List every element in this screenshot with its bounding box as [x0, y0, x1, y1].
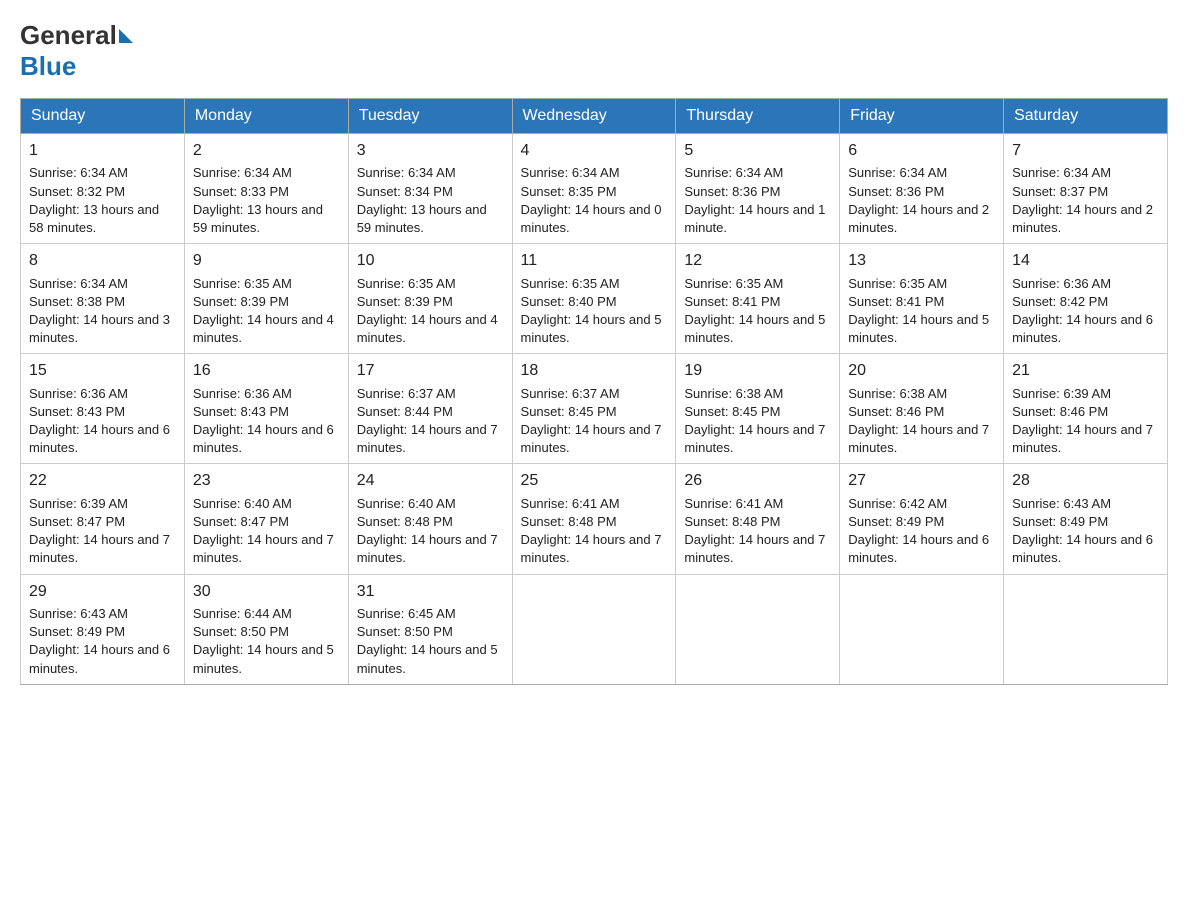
day-number: 15: [29, 360, 176, 382]
calendar-cell: 31Sunrise: 6:45 AMSunset: 8:50 PMDayligh…: [348, 574, 512, 684]
calendar-cell: 19Sunrise: 6:38 AMSunset: 8:45 PMDayligh…: [676, 354, 840, 464]
calendar-cell: 27Sunrise: 6:42 AMSunset: 8:49 PMDayligh…: [840, 464, 1004, 574]
week-row-5: 29Sunrise: 6:43 AMSunset: 8:49 PMDayligh…: [21, 574, 1168, 684]
day-number: 9: [193, 250, 340, 272]
calendar-cell: 9Sunrise: 6:35 AMSunset: 8:39 PMDaylight…: [184, 244, 348, 354]
day-number: 16: [193, 360, 340, 382]
week-row-2: 8Sunrise: 6:34 AMSunset: 8:38 PMDaylight…: [21, 244, 1168, 354]
day-number: 25: [521, 470, 668, 492]
logo-blue-text: Blue: [20, 51, 76, 82]
page-header: General Blue: [20, 20, 1168, 82]
day-number: 26: [684, 470, 831, 492]
day-number: 6: [848, 140, 995, 162]
week-row-3: 15Sunrise: 6:36 AMSunset: 8:43 PMDayligh…: [21, 354, 1168, 464]
logo-triangle-icon: [119, 29, 133, 43]
calendar-cell: 6Sunrise: 6:34 AMSunset: 8:36 PMDaylight…: [840, 134, 1004, 244]
calendar-cell: 5Sunrise: 6:34 AMSunset: 8:36 PMDaylight…: [676, 134, 840, 244]
calendar-cell: 21Sunrise: 6:39 AMSunset: 8:46 PMDayligh…: [1004, 354, 1168, 464]
day-number: 19: [684, 360, 831, 382]
calendar-cell: [512, 574, 676, 684]
calendar-cell: 10Sunrise: 6:35 AMSunset: 8:39 PMDayligh…: [348, 244, 512, 354]
calendar-cell: [676, 574, 840, 684]
day-number: 8: [29, 250, 176, 272]
col-header-thursday: Thursday: [676, 99, 840, 134]
calendar-cell: 26Sunrise: 6:41 AMSunset: 8:48 PMDayligh…: [676, 464, 840, 574]
calendar-cell: 25Sunrise: 6:41 AMSunset: 8:48 PMDayligh…: [512, 464, 676, 574]
calendar-cell: 7Sunrise: 6:34 AMSunset: 8:37 PMDaylight…: [1004, 134, 1168, 244]
day-number: 10: [357, 250, 504, 272]
day-number: 18: [521, 360, 668, 382]
day-number: 31: [357, 581, 504, 603]
calendar-cell: 3Sunrise: 6:34 AMSunset: 8:34 PMDaylight…: [348, 134, 512, 244]
day-number: 30: [193, 581, 340, 603]
day-number: 14: [1012, 250, 1159, 272]
day-number: 23: [193, 470, 340, 492]
calendar-table: SundayMondayTuesdayWednesdayThursdayFrid…: [20, 98, 1168, 685]
calendar-cell: [840, 574, 1004, 684]
calendar-cell: 29Sunrise: 6:43 AMSunset: 8:49 PMDayligh…: [21, 574, 185, 684]
day-number: 3: [357, 140, 504, 162]
calendar-cell: 16Sunrise: 6:36 AMSunset: 8:43 PMDayligh…: [184, 354, 348, 464]
calendar-cell: 24Sunrise: 6:40 AMSunset: 8:48 PMDayligh…: [348, 464, 512, 574]
col-header-wednesday: Wednesday: [512, 99, 676, 134]
calendar-cell: 11Sunrise: 6:35 AMSunset: 8:40 PMDayligh…: [512, 244, 676, 354]
col-header-friday: Friday: [840, 99, 1004, 134]
day-number: 13: [848, 250, 995, 272]
col-header-sunday: Sunday: [21, 99, 185, 134]
week-row-1: 1Sunrise: 6:34 AMSunset: 8:32 PMDaylight…: [21, 134, 1168, 244]
calendar-cell: [1004, 574, 1168, 684]
day-number: 7: [1012, 140, 1159, 162]
calendar-cell: 2Sunrise: 6:34 AMSunset: 8:33 PMDaylight…: [184, 134, 348, 244]
day-number: 24: [357, 470, 504, 492]
week-row-4: 22Sunrise: 6:39 AMSunset: 8:47 PMDayligh…: [21, 464, 1168, 574]
col-header-tuesday: Tuesday: [348, 99, 512, 134]
calendar-cell: 13Sunrise: 6:35 AMSunset: 8:41 PMDayligh…: [840, 244, 1004, 354]
calendar-cell: 17Sunrise: 6:37 AMSunset: 8:44 PMDayligh…: [348, 354, 512, 464]
day-number: 20: [848, 360, 995, 382]
logo-general-text: General: [20, 20, 117, 51]
calendar-cell: 12Sunrise: 6:35 AMSunset: 8:41 PMDayligh…: [676, 244, 840, 354]
calendar-cell: 22Sunrise: 6:39 AMSunset: 8:47 PMDayligh…: [21, 464, 185, 574]
day-number: 1: [29, 140, 176, 162]
calendar-cell: 4Sunrise: 6:34 AMSunset: 8:35 PMDaylight…: [512, 134, 676, 244]
day-number: 4: [521, 140, 668, 162]
day-number: 22: [29, 470, 176, 492]
calendar-cell: 28Sunrise: 6:43 AMSunset: 8:49 PMDayligh…: [1004, 464, 1168, 574]
calendar-cell: 30Sunrise: 6:44 AMSunset: 8:50 PMDayligh…: [184, 574, 348, 684]
calendar-cell: 15Sunrise: 6:36 AMSunset: 8:43 PMDayligh…: [21, 354, 185, 464]
calendar-cell: 14Sunrise: 6:36 AMSunset: 8:42 PMDayligh…: [1004, 244, 1168, 354]
day-number: 12: [684, 250, 831, 272]
day-number: 21: [1012, 360, 1159, 382]
day-number: 27: [848, 470, 995, 492]
calendar-cell: 1Sunrise: 6:34 AMSunset: 8:32 PMDaylight…: [21, 134, 185, 244]
day-number: 28: [1012, 470, 1159, 492]
calendar-cell: 23Sunrise: 6:40 AMSunset: 8:47 PMDayligh…: [184, 464, 348, 574]
calendar-cell: 8Sunrise: 6:34 AMSunset: 8:38 PMDaylight…: [21, 244, 185, 354]
day-number: 2: [193, 140, 340, 162]
calendar-cell: 18Sunrise: 6:37 AMSunset: 8:45 PMDayligh…: [512, 354, 676, 464]
day-number: 11: [521, 250, 668, 272]
logo: General Blue: [20, 20, 135, 82]
day-number: 29: [29, 581, 176, 603]
col-header-monday: Monday: [184, 99, 348, 134]
day-number: 5: [684, 140, 831, 162]
col-header-saturday: Saturday: [1004, 99, 1168, 134]
calendar-cell: 20Sunrise: 6:38 AMSunset: 8:46 PMDayligh…: [840, 354, 1004, 464]
day-number: 17: [357, 360, 504, 382]
